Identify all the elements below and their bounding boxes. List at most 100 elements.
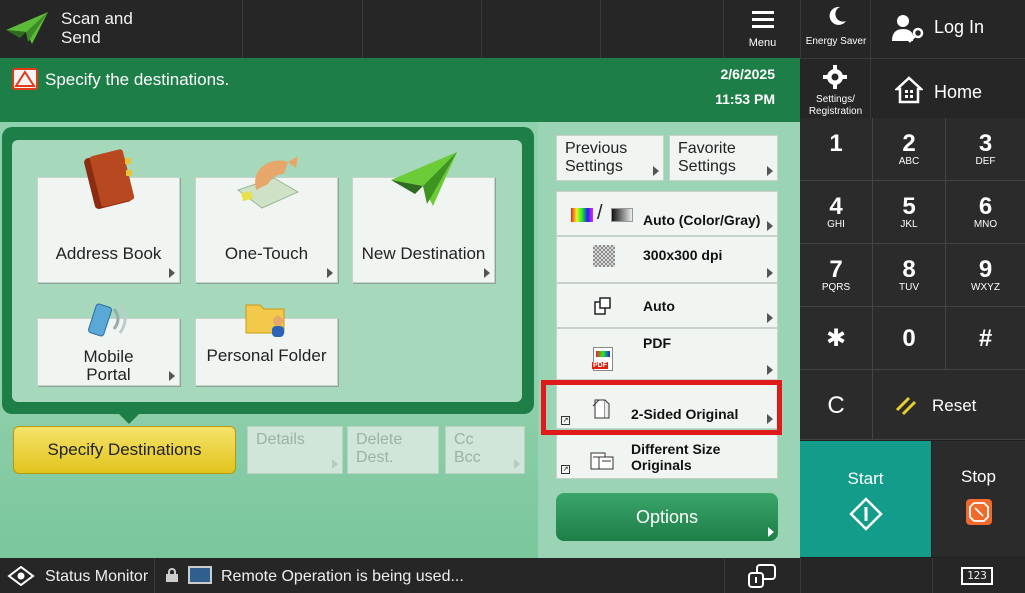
options-button[interactable]: Options <box>556 493 778 541</box>
app-title-line1: Scan and <box>61 9 133 28</box>
tile-arrow-icon <box>327 268 333 278</box>
address-book-button[interactable]: Address Book <box>37 149 180 283</box>
key-8[interactable]: 8 TUV <box>873 244 946 307</box>
topbar-slot-2 <box>363 0 482 58</box>
key-5-digit: 5 <box>902 193 916 220</box>
status-monitor-button[interactable]: Status Monitor <box>0 558 155 593</box>
resolution-button[interactable]: 300x300 dpi <box>556 236 778 283</box>
login-label: Log In <box>934 17 985 37</box>
personal-folder-button[interactable]: Personal Folder <box>195 304 338 386</box>
key-6-digit: 6 <box>978 193 993 220</box>
menu-button[interactable]: Menu <box>724 0 801 58</box>
key-3-digit: 3 <box>978 130 993 157</box>
cc-label: Cc <box>454 431 474 448</box>
key-4-letters: GHI <box>827 219 845 230</box>
gear-icon <box>823 65 847 89</box>
key-1[interactable]: 1 <box>800 118 873 181</box>
eye-icon <box>7 566 35 586</box>
hamburger-icon <box>752 11 774 29</box>
date-display: 2/6/2025 <box>720 66 776 82</box>
one-touch-button[interactable]: One-Touch <box>195 156 338 283</box>
key-hash-symbol: # <box>978 325 993 352</box>
key-asterisk[interactable]: ✱ <box>800 307 873 370</box>
remote-ui-button[interactable] <box>724 558 801 593</box>
key-3-letters: DEF <box>975 156 996 167</box>
key-8-letters: TUV <box>899 282 919 293</box>
remote-monitor-icon <box>188 566 212 584</box>
key-6[interactable]: 6 MNO <box>946 181 1025 244</box>
one-touch-icon <box>236 156 300 209</box>
tile-arrow-icon <box>768 527 774 537</box>
previous-settings-line2: Settings <box>565 158 623 175</box>
scan-size-button[interactable]: Auto <box>556 283 778 328</box>
app-title-area: Scan and Send <box>0 0 243 58</box>
topbar-slot-4 <box>601 0 724 58</box>
start-button[interactable]: Start <box>800 441 931 557</box>
key-4[interactable]: 4 GHI <box>800 181 873 244</box>
different-size-icon <box>590 452 614 470</box>
time-display: 11:53 PM <box>715 91 775 107</box>
tile-arrow-icon <box>767 221 773 231</box>
mobile-portal-button[interactable]: Mobile Portal <box>37 303 180 386</box>
specify-destinations-button[interactable]: Specify Destinations <box>13 426 236 474</box>
details-button[interactable]: Details <box>247 426 343 474</box>
different-size-originals-button[interactable]: ↗ Different Size Originals <box>556 430 778 479</box>
new-destination-label: New Destination <box>361 244 486 263</box>
personal-folder-icon <box>245 304 285 337</box>
key-6-letters: MNO <box>973 219 998 230</box>
user-key-icon <box>892 15 924 43</box>
scan-size-icon <box>594 297 611 315</box>
login-button[interactable]: Log In <box>871 0 1025 58</box>
key-2[interactable]: 2 ABC <box>873 118 946 181</box>
key-7-digit: 7 <box>829 256 843 283</box>
delete-label-line1: Delete <box>356 431 403 448</box>
stop-button[interactable]: Stop <box>932 441 1025 557</box>
clear-label: C <box>827 392 845 419</box>
color-mode-button[interactable]: / Auto (Color/Gray) <box>556 191 778 236</box>
color-mode-value: Auto (Color/Gray) <box>643 212 761 228</box>
app-title-line2: Send <box>61 28 101 47</box>
key-7[interactable]: 7 PQRS <box>800 244 873 307</box>
mobile-portal-label-line2: Portal <box>86 365 131 384</box>
reset-icon <box>895 396 917 416</box>
reset-button[interactable]: Reset <box>873 370 1025 440</box>
tile-arrow-icon <box>484 268 490 278</box>
delete-destination-button[interactable]: Delete Dest. <box>347 426 439 474</box>
bcc-label: Bcc <box>454 449 481 466</box>
tile-arrow-icon <box>767 365 773 375</box>
clear-button[interactable]: C <box>800 370 873 440</box>
send-icon <box>6 12 48 44</box>
one-touch-label: One-Touch <box>224 244 309 263</box>
tile-arrow-icon <box>767 268 773 278</box>
cc-bcc-button[interactable]: Cc Bcc <box>445 426 525 474</box>
top-bar: Scan and Send Menu Energy Saver Log In <box>0 0 1025 58</box>
key-asterisk-symbol: ✱ <box>825 325 847 352</box>
previous-settings-button[interactable]: Previous Settings <box>556 135 664 181</box>
home-button[interactable]: Home <box>871 58 1025 118</box>
key-3[interactable]: 3 DEF <box>946 118 1025 181</box>
address-book-icon <box>84 149 135 209</box>
new-destination-button[interactable]: New Destination <box>352 152 495 283</box>
specify-destinations-label: Specify Destinations <box>47 440 202 459</box>
expand-icon: ↗ <box>561 465 570 474</box>
counter-button[interactable]: 123 <box>932 558 1025 593</box>
key-0[interactable]: 0 <box>873 307 946 370</box>
energy-saver-button[interactable]: Energy Saver <box>801 0 871 58</box>
favorite-settings-line2: Settings <box>678 158 736 175</box>
favorite-settings-button[interactable]: Favorite Settings <box>669 135 778 181</box>
reset-label: Reset <box>932 396 977 415</box>
settings-label-line2: Registration <box>808 106 863 117</box>
lock-icon <box>166 568 178 582</box>
scan-size-value: Auto <box>643 298 675 314</box>
key-5[interactable]: 5 JKL <box>873 181 946 244</box>
tile-arrow-icon <box>767 166 773 176</box>
key-9[interactable]: 9 WXYZ <box>946 244 1025 307</box>
tile-arrow-icon <box>332 459 338 469</box>
energy-saver-label: Energy Saver <box>805 36 867 47</box>
settings-registration-button[interactable]: Settings/ Registration <box>800 58 871 118</box>
key-hash[interactable]: # <box>946 307 1025 370</box>
key-9-letters: WXYZ <box>971 282 1000 293</box>
previous-settings-line1: Previous <box>565 140 628 157</box>
file-format-button[interactable]: PDF PDF <box>556 328 778 380</box>
menu-label: Menu <box>748 37 777 49</box>
